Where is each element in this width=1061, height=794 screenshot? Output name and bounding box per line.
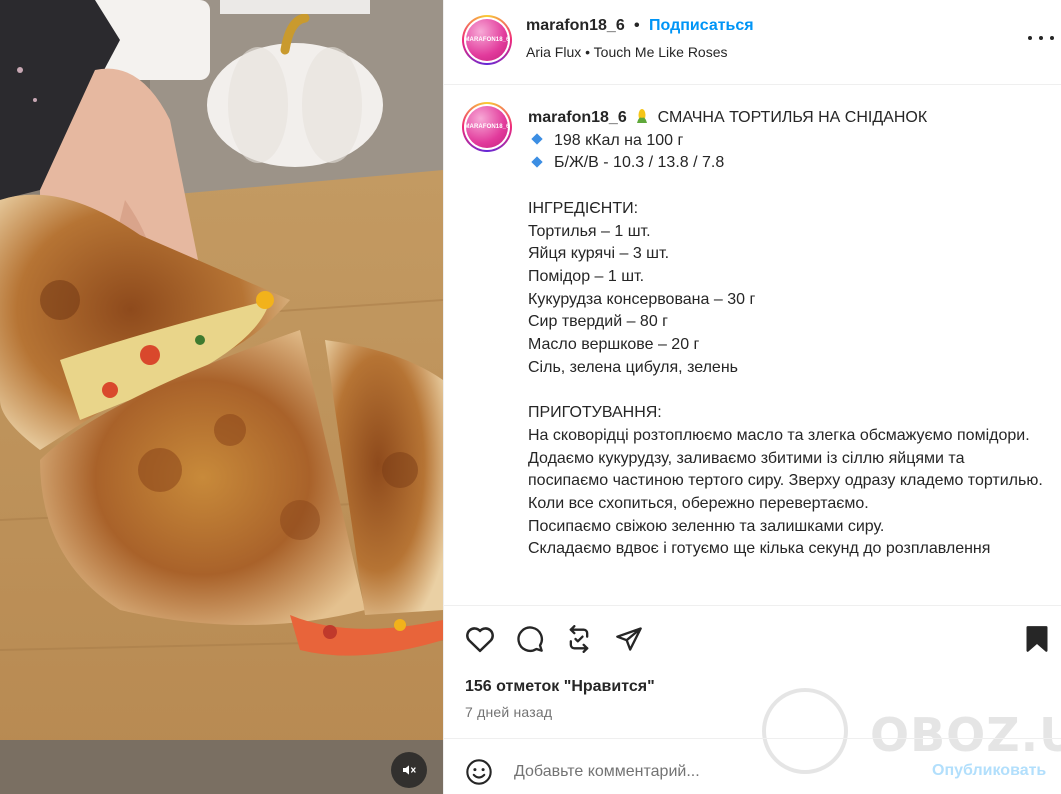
avatar-label: MARAFON18_6 — [464, 37, 510, 43]
comment-button[interactable] — [513, 622, 547, 656]
share-icon — [616, 627, 642, 651]
avatar[interactable]: MARAFON18_6 — [462, 15, 512, 65]
nutrition-macros: Б/Ж/В - 10.3 / 13.8 / 7.8 — [554, 154, 725, 172]
comment-icon — [517, 626, 543, 652]
caption-title: СМАЧНА ТОРТИЛЬЯ НА СНІДАНОК — [657, 109, 928, 126]
preparation-step: Додаємо кукурудзу, заливаємо збитими із … — [528, 449, 1043, 490]
likes-count[interactable]: 156 отметок "Нравится" — [465, 678, 655, 696]
separator-dot: • — [634, 17, 640, 34]
preparation-step: Коли все схопиться, обережно перевертаєм… — [528, 494, 869, 512]
caption-text: marafon18_6 СМАЧНА ТОРТИЛЬЯ НА СНІДАНОК … — [528, 107, 1043, 561]
repost-button[interactable] — [562, 622, 596, 656]
preparation-heading: ПРИГОТУВАННЯ: — [528, 404, 662, 422]
audio-track-link[interactable]: Aria Flux • Touch Me Like Roses — [526, 44, 728, 60]
ingredient-item: Сіль, зелена цибуля, зелень — [528, 358, 738, 376]
ingredient-item: Тортилья – 1 шт. — [528, 222, 651, 240]
post-header: MARAFON18_6 marafon18_6 • Подписаться Ar… — [444, 0, 1061, 85]
food-photo — [0, 0, 443, 794]
ingredients-heading: ІНГРЕДІЄНТИ: — [528, 199, 639, 217]
preparation-step: Посипаємо свіжою зеленню та залишками си… — [528, 517, 885, 535]
post-details-panel: MARAFON18_6 marafon18_6 • Подписаться Ar… — [443, 0, 1061, 794]
ingredient-item: Масло вершкове – 20 г — [528, 336, 700, 354]
repost-icon — [569, 625, 589, 653]
caption-section: MARAFON18_6 marafon18_6 СМАЧНА ТОРТИЛЬЯ … — [444, 86, 1061, 606]
caption-username-link[interactable]: marafon18_6 — [528, 109, 627, 126]
more-options-button[interactable] — [1028, 28, 1054, 48]
muted-speaker-icon — [403, 765, 416, 775]
caption-avatar[interactable]: MARAFON18_6 — [462, 102, 512, 152]
preparation-step: Складаємо вдвоє і готуємо ще кілька секу… — [528, 540, 991, 558]
username-link[interactable]: marafon18_6 — [526, 17, 625, 35]
preparation-step: На сковорідці розтоплюємо масло та злегк… — [528, 426, 1030, 444]
emoji-button[interactable] — [464, 757, 494, 787]
comment-bar: Опубликовать — [444, 738, 1061, 794]
ingredient-item: Сир твердий – 80 г — [528, 313, 668, 331]
mute-toggle-button[interactable] — [391, 752, 427, 788]
publish-button[interactable]: Опубликовать — [932, 762, 1046, 780]
follow-button[interactable]: Подписаться — [649, 17, 754, 35]
comment-input[interactable] — [514, 759, 914, 785]
bookmark-icon — [1026, 626, 1048, 652]
share-button[interactable] — [612, 622, 646, 656]
like-button[interactable] — [463, 622, 497, 656]
caption-avatar-label: MARAFON18_6 — [464, 124, 510, 130]
smiley-icon — [466, 759, 492, 785]
post-media[interactable] — [0, 0, 443, 794]
save-button[interactable] — [1020, 622, 1054, 656]
corn-emoji-icon — [637, 109, 648, 123]
more-horizontal-icon — [1028, 36, 1032, 40]
blue-diamond-icon — [531, 156, 543, 168]
heart-icon — [466, 627, 494, 653]
blue-diamond-icon — [531, 133, 543, 146]
ingredient-item: Яйця курячі – 3 шт. — [528, 245, 670, 263]
post-timestamp[interactable]: 7 дней назад — [465, 704, 552, 720]
nutrition-calories: 198 кКал на 100 г — [554, 131, 684, 149]
ingredient-item: Кукурудза консервована – 30 г — [528, 290, 756, 308]
ingredient-item: Помідор – 1 шт. — [528, 267, 645, 285]
action-bar — [444, 622, 1061, 662]
